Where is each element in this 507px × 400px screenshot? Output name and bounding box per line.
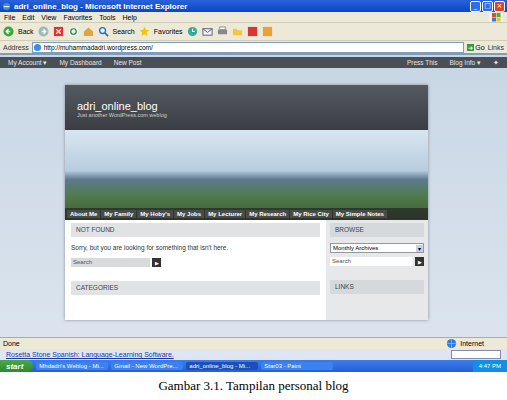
page-icon [33, 43, 42, 52]
blog-title[interactable]: adri_online_blog [77, 100, 416, 112]
toolbar-app-icon[interactable] [262, 26, 273, 37]
ad-bar: Rosetta Stone Spanish: Language-Learning… [0, 349, 507, 360]
archives-dropdown[interactable]: Monthly Archives▾ [330, 243, 424, 253]
taskbar-item[interactable]: Star03 - Paint [261, 362, 333, 370]
admin-link[interactable]: Press This [407, 59, 438, 66]
nav-tab[interactable]: My Jobs [174, 210, 204, 218]
print-icon[interactable] [217, 26, 228, 37]
home-icon[interactable] [83, 26, 94, 37]
sidebar-search-submit[interactable]: ▶ [415, 257, 424, 266]
blog-tagline: Just another WordPress.com weblog [77, 112, 416, 118]
address-bar: Address http://muhammadadri.wordpress.co… [0, 41, 507, 53]
address-field[interactable]: http://muhammadadri.wordpress.com/ [32, 42, 465, 53]
admin-link[interactable]: My Account ▾ [8, 59, 47, 67]
search-button[interactable]: Search [113, 28, 135, 35]
admin-link[interactable]: ✦ [493, 59, 499, 67]
admin-link[interactable]: Blog Info ▾ [450, 59, 481, 67]
status-text: Done [3, 340, 20, 347]
categories-heading: CATEGORIES [71, 281, 320, 295]
header-photo: About MeMy FamilyMy Hoby'sMy JobsMy Lect… [65, 130, 428, 220]
ie-icon [2, 2, 11, 11]
ad-search-field[interactable] [451, 350, 501, 359]
toolbar: Back Search Favorites [0, 23, 507, 41]
menu-bar: File Edit View Favorites Tools Help [0, 12, 507, 23]
blog-container: adri_online_blog Just another WordPress.… [65, 85, 428, 320]
ad-link[interactable]: Rosetta Stone Spanish: Language-Learning… [6, 351, 174, 358]
sidebar-search-field[interactable]: Search [330, 257, 413, 266]
menu-item[interactable]: Edit [22, 14, 34, 21]
menu-item[interactable]: File [4, 14, 15, 21]
system-tray: 4:47 PM [473, 360, 507, 372]
search-field[interactable]: Search [71, 258, 150, 267]
menu-item[interactable]: Help [123, 14, 137, 21]
back-button[interactable]: Back [18, 28, 34, 35]
window-control[interactable]: _ [470, 1, 481, 12]
history-icon[interactable] [187, 26, 198, 37]
admin-link[interactable]: New Post [114, 59, 142, 66]
figure: adri_online_blog - Microsoft Internet Ex… [0, 0, 507, 400]
title-bar: adri_online_blog - Microsoft Internet Ex… [0, 0, 507, 12]
messenger-icon[interactable] [247, 26, 258, 37]
window-title: adri_online_blog - Microsoft Internet Ex… [14, 2, 187, 11]
status-bar: Done Internet [0, 337, 507, 349]
not-found-message: Sorry, but you are looking for something… [71, 244, 320, 251]
nav-tab[interactable]: My Research [246, 210, 289, 218]
window-control[interactable]: □ [482, 1, 493, 12]
nav-tab[interactable]: My Lecturer [205, 210, 245, 218]
start-button[interactable]: start [0, 360, 33, 372]
nav-tab[interactable]: My Family [101, 210, 136, 218]
menu-item[interactable]: View [41, 14, 56, 21]
figure-caption: Gambar 3.1. Tampilan personal blog [0, 372, 507, 400]
nav-tab[interactable]: My Simple Notes [333, 210, 387, 218]
forward-arrow-icon[interactable] [38, 26, 49, 37]
menu-item[interactable]: Favorites [63, 14, 92, 21]
nav-bar: About MeMy FamilyMy Hoby'sMy JobsMy Lect… [65, 208, 428, 220]
mail-icon[interactable] [202, 26, 213, 37]
taskbar-item[interactable]: adri_online_blog - Mi... [186, 362, 258, 370]
browser-window: adri_online_blog - Microsoft Internet Ex… [0, 0, 507, 372]
admin-bar: My Account ▾ My Dashboard New Post Press T… [0, 57, 507, 68]
address-label: Address [3, 44, 29, 51]
nav-tab[interactable]: My Hoby's [137, 210, 173, 218]
taskbar-item[interactable]: Mhdadri's Weblog - Mi... [36, 362, 108, 370]
links-heading: LINKS [330, 280, 424, 294]
stop-icon[interactable] [53, 26, 64, 37]
content: NOT FOUND Sorry, but you are looking for… [65, 220, 428, 320]
main-column: NOT FOUND Sorry, but you are looking for… [65, 220, 326, 320]
web-page: My Account ▾ My Dashboard New Post Press T… [0, 53, 507, 337]
taskbar: start Mhdadri's Weblog - Mi...Gmail - Ne… [0, 360, 507, 372]
menu-item[interactable]: Tools [99, 14, 115, 21]
browse-heading: BROWSE [330, 223, 424, 237]
back-arrow-icon[interactable] [3, 26, 14, 37]
nav-tab[interactable]: About Me [67, 210, 100, 218]
search-submit[interactable]: ▶ [152, 258, 161, 267]
taskbar-item[interactable]: Gmail - New WordPre... [111, 362, 183, 370]
windows-logo-icon [489, 12, 503, 22]
window-control[interactable]: × [494, 1, 505, 12]
go-button[interactable]: ➜Go [467, 44, 484, 51]
blog-header: adri_online_blog Just another WordPress.… [65, 85, 428, 130]
favorites-star-icon[interactable] [139, 26, 150, 37]
nav-tab[interactable]: My Rice City [290, 210, 332, 218]
search-icon[interactable] [98, 26, 109, 37]
links-button[interactable]: Links [488, 44, 504, 51]
sidebar: BROWSE Monthly Archives▾ Search ▶ LINKS [326, 220, 428, 320]
section-heading: NOT FOUND [71, 223, 320, 237]
favorites-button[interactable]: Favorites [154, 28, 183, 35]
globe-icon [446, 338, 457, 349]
folder-icon[interactable] [232, 26, 243, 37]
refresh-icon[interactable] [68, 26, 79, 37]
security-zone: Internet [460, 340, 504, 347]
admin-link[interactable]: My Dashboard [59, 59, 101, 66]
